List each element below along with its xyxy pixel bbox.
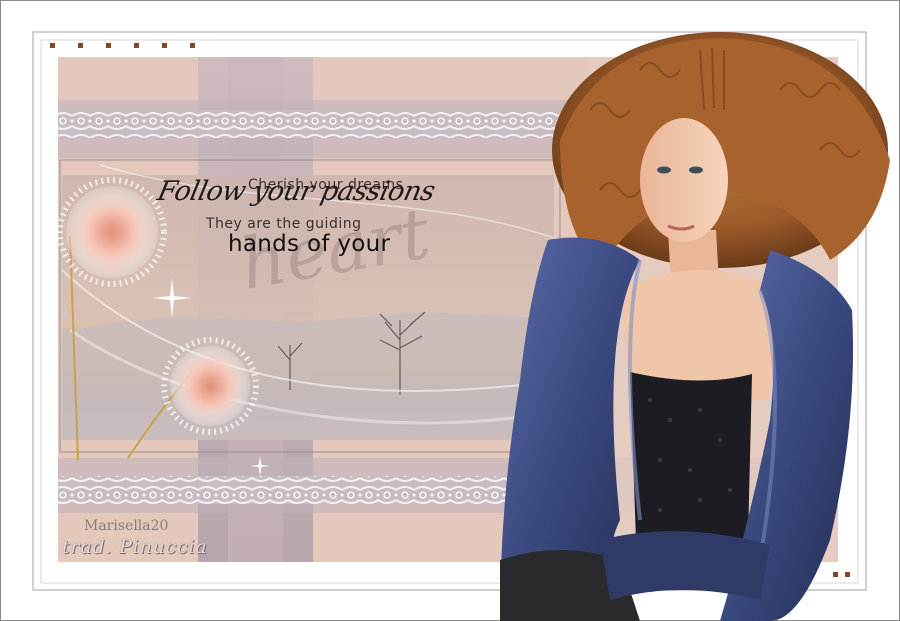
lace-bottom bbox=[58, 476, 528, 504]
woman-figure bbox=[500, 32, 890, 621]
sequin-top bbox=[630, 372, 752, 540]
artwork-canvas bbox=[0, 0, 900, 621]
lace-top bbox=[58, 110, 588, 138]
